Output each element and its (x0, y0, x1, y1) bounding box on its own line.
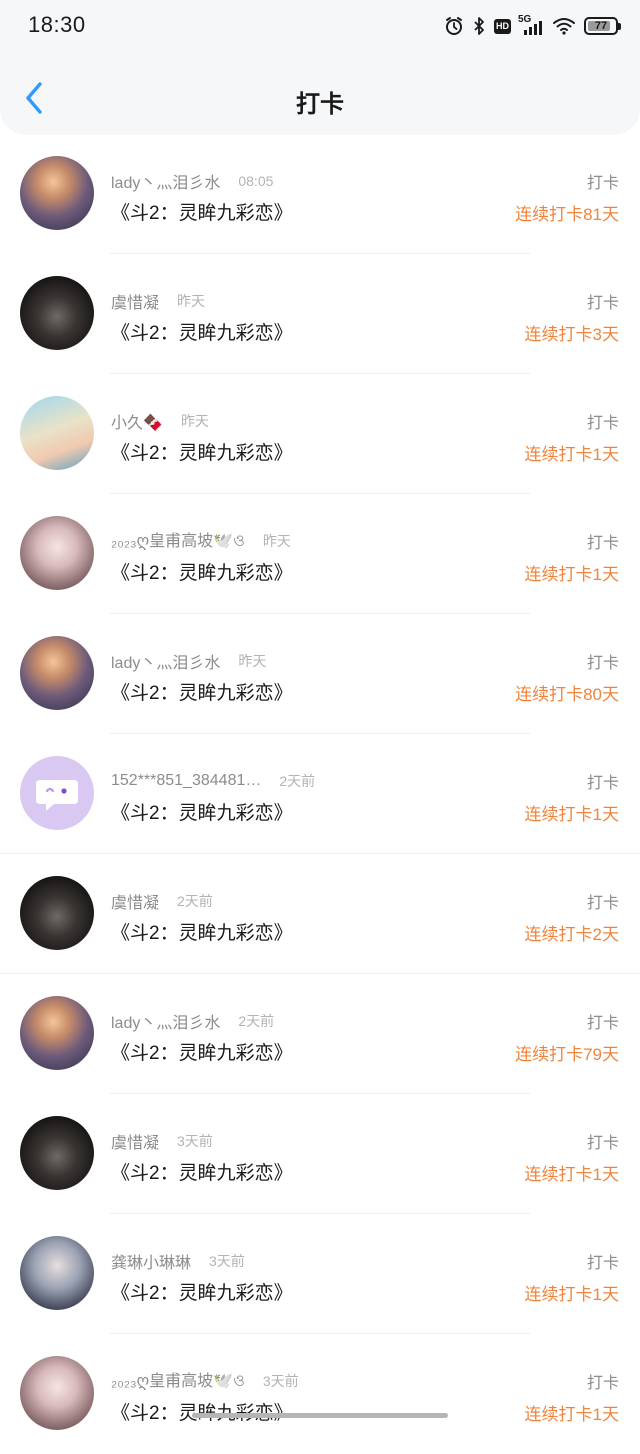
book-title: 《斗2：灵眸九彩恋》 (111, 1398, 293, 1425)
avatar[interactable] (20, 876, 94, 950)
streak-label: 连续打卡80天 (515, 685, 619, 704)
chat-bubble-icon (36, 780, 78, 811)
book-title: 《斗2：灵眸九彩恋》 (111, 1283, 293, 1304)
status-bar: 18:30 HD 5G 77 (0, 0, 640, 52)
post-time: 昨天 (180, 413, 209, 429)
user-name[interactable]: lady丶灬泪彡水 (111, 169, 220, 193)
list-item[interactable]: ₂₀₂₃ღ皇甫高坡🕊️ও 昨天 《斗2：灵眸九彩恋》 打卡 连续打卡1天 (0, 494, 640, 614)
nav-bar: 打卡 (0, 52, 640, 134)
list-item[interactable]: lady丶灬泪彡水 昨天 《斗2：灵眸九彩恋》 打卡 连续打卡80天 (0, 614, 640, 734)
5g-signal-icon: 5G (518, 15, 546, 37)
streak-label: 连续打卡1天 (524, 805, 619, 824)
book-title: 《斗2：灵眸九彩恋》 (111, 443, 293, 464)
streak-label: 连续打卡79天 (515, 1045, 619, 1064)
action-label: 打卡 (586, 775, 619, 792)
checkin-list: lady丶灬泪彡水 08:05 《斗2：灵眸九彩恋》 打卡 连续打卡81天 虞惜… (0, 134, 640, 1454)
streak-label: 连续打卡1天 (524, 1285, 619, 1304)
list-item[interactable]: 虞惜凝 2天前 《斗2：灵眸九彩恋》 打卡 连续打卡2天 (0, 854, 640, 974)
streak-label: 连续打卡1天 (524, 1165, 619, 1184)
avatar[interactable] (20, 156, 94, 230)
action-label: 打卡 (586, 295, 619, 312)
page-title: 打卡 (296, 91, 344, 118)
post-time: 昨天 (262, 533, 291, 549)
user-name[interactable]: 虞惜凝 (111, 889, 159, 913)
avatar[interactable] (20, 1236, 94, 1310)
battery-level: 77 (594, 20, 608, 32)
action-label: 打卡 (586, 655, 619, 672)
action-label: 打卡 (586, 1375, 619, 1392)
status-time: 18:30 (28, 12, 86, 37)
header: 18:30 HD 5G 77 打卡 (0, 0, 640, 134)
book-title: 《斗2：灵眸九彩恋》 (111, 1043, 293, 1064)
book-title: 《斗2：灵眸九彩恋》 (111, 683, 293, 704)
book-title: 《斗2：灵眸九彩恋》 (111, 323, 293, 344)
list-item[interactable]: lady丶灬泪彡水 08:05 《斗2：灵眸九彩恋》 打卡 连续打卡81天 (0, 134, 640, 254)
home-indicator[interactable] (192, 1413, 448, 1418)
streak-label: 连续打卡1天 (524, 445, 619, 464)
list-item[interactable]: 虞惜凝 3天前 《斗2：灵眸九彩恋》 打卡 连续打卡1天 (0, 1094, 640, 1214)
list-item[interactable]: 虞惜凝 昨天 《斗2：灵眸九彩恋》 打卡 连续打卡3天 (0, 254, 640, 374)
action-label: 打卡 (586, 535, 619, 552)
book-title: 《斗2：灵眸九彩恋》 (111, 563, 293, 584)
list-item[interactable]: 152***851_384481… 2天前 《斗2：灵眸九彩恋》 打卡 连续打卡… (0, 734, 640, 854)
avatar[interactable] (20, 996, 94, 1070)
post-time: 2天前 (177, 893, 213, 909)
post-time: 昨天 (238, 653, 267, 669)
post-time: 3天前 (262, 1373, 299, 1389)
action-label: 打卡 (586, 1015, 619, 1032)
user-name[interactable]: ₂₀₂₃ღ皇甫高坡🕊️ও (111, 527, 245, 555)
avatar[interactable] (20, 516, 94, 590)
post-time: 08:05 (238, 173, 274, 189)
avatar[interactable] (20, 276, 94, 350)
bluetooth-icon (471, 16, 487, 36)
streak-label: 连续打卡3天 (524, 325, 619, 344)
streak-label: 连续打卡81天 (515, 205, 619, 224)
avatar[interactable] (20, 756, 94, 830)
action-label: 打卡 (586, 1255, 619, 1272)
book-title: 《斗2：灵眸九彩恋》 (111, 803, 293, 824)
action-label: 打卡 (586, 175, 619, 192)
status-icons: HD 5G 77 (444, 13, 621, 39)
book-title: 《斗2：灵眸九彩恋》 (111, 1163, 293, 1184)
user-name[interactable]: 虞惜凝 (111, 1129, 159, 1153)
user-name[interactable]: lady丶灬泪彡水 (111, 649, 220, 673)
list-item[interactable]: 龚琳小琳琳 3天前 《斗2：灵眸九彩恋》 打卡 连续打卡1天 (0, 1214, 640, 1334)
post-time: 3天前 (177, 1133, 213, 1149)
avatar[interactable] (20, 396, 94, 470)
alarm-icon (444, 16, 464, 36)
user-name[interactable]: 龚琳小琳琳 (111, 1249, 191, 1273)
streak-label: 连续打卡1天 (524, 565, 619, 584)
streak-label: 连续打卡1天 (524, 1405, 619, 1424)
list-item[interactable]: ₂₀₂₃ღ皇甫高坡🕊️ও 3天前 《斗2：灵眸九彩恋》 打卡 连续打卡1天 (0, 1334, 640, 1454)
avatar[interactable] (20, 1356, 94, 1430)
battery-icon: 77 (584, 17, 621, 35)
list-item[interactable]: lady丶灬泪彡水 2天前 《斗2：灵眸九彩恋》 打卡 连续打卡79天 (0, 974, 640, 1094)
user-name[interactable]: 152***851_384481… (111, 772, 261, 790)
action-label: 打卡 (586, 1135, 619, 1152)
user-name[interactable]: 虞惜凝 (111, 289, 159, 313)
streak-label: 连续打卡2天 (524, 925, 619, 944)
book-title: 《斗2：灵眸九彩恋》 (111, 203, 293, 224)
user-name[interactable]: 小久🍫 (111, 409, 163, 433)
post-time: 3天前 (209, 1253, 245, 1269)
book-title: 《斗2：灵眸九彩恋》 (111, 923, 293, 944)
avatar[interactable] (20, 636, 94, 710)
post-time: 2天前 (238, 1013, 275, 1029)
user-name[interactable]: ₂₀₂₃ღ皇甫高坡🕊️ও (111, 1367, 245, 1395)
user-name[interactable]: lady丶灬泪彡水 (111, 1009, 220, 1033)
wifi-icon (553, 17, 575, 35)
list-item[interactable]: 小久🍫 昨天 《斗2：灵眸九彩恋》 打卡 连续打卡1天 (0, 374, 640, 494)
post-time: 2天前 (279, 773, 316, 789)
avatar[interactable] (20, 1116, 94, 1190)
post-time: 昨天 (177, 293, 206, 309)
hd-icon: HD (494, 18, 511, 34)
action-label: 打卡 (586, 895, 619, 912)
action-label: 打卡 (586, 415, 619, 432)
